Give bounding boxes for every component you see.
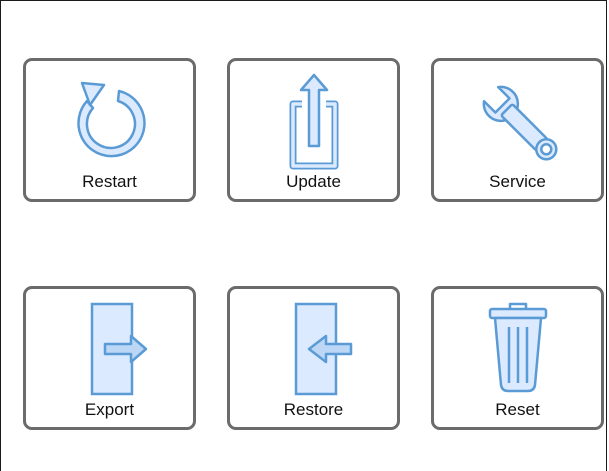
export-label: Export — [84, 400, 135, 419]
reset-button[interactable]: Reset — [431, 286, 604, 430]
restore-label: Restore — [283, 400, 344, 419]
upload-icon — [264, 71, 364, 171]
wrench-icon — [468, 71, 568, 171]
update-button[interactable]: Update — [227, 58, 400, 202]
restart-label: Restart — [82, 172, 137, 191]
import-icon — [264, 299, 364, 399]
export-button[interactable]: Export — [23, 286, 196, 430]
restore-button[interactable]: Restore — [227, 286, 400, 430]
trash-icon — [468, 299, 568, 399]
update-label: Update — [286, 172, 341, 191]
service-label: Service — [489, 172, 546, 191]
service-button[interactable]: Service — [431, 58, 604, 202]
export-icon — [60, 299, 160, 399]
restart-button[interactable]: Restart — [23, 58, 196, 202]
reset-label: Reset — [495, 400, 540, 419]
restart-icon — [60, 71, 160, 171]
